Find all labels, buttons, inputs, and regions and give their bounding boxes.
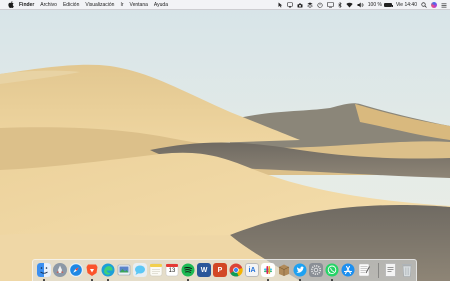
battery-icon[interactable] [383,3,393,7]
twitter-bird-icon[interactable] [293,263,307,277]
menu-ventana[interactable]: Ventana [130,0,148,10]
spotlight-search-icon[interactable] [421,0,427,10]
word-icon-label: W [200,266,208,274]
documents-stack-icon[interactable] [385,263,396,277]
camera-icon[interactable] [297,0,303,10]
running-indicator [267,279,269,281]
slack-icon[interactable] [261,263,275,277]
running-indicator [107,279,109,281]
calendar-icon-label: 13 [168,268,176,274]
archive-box-icon[interactable] [277,263,291,277]
bluetooth-icon[interactable] [338,0,342,10]
safari-compass-icon[interactable] [69,263,83,277]
iawriter-icon-label: iA [248,266,256,274]
running-indicator [299,279,301,281]
notes-icon[interactable] [149,263,163,277]
stack-icon[interactable] [307,0,313,10]
wifi-icon[interactable] [346,0,353,10]
desktop-wallpaper [0,0,450,281]
siri-icon[interactable] [431,2,437,8]
menu-edicion[interactable]: Edición [63,0,79,10]
trash-icon[interactable] [400,263,414,277]
messages-bubble-icon[interactable] [133,263,147,277]
edge-icon[interactable] [101,263,115,277]
dock-separator [378,263,379,278]
whatsapp-icon[interactable] [325,263,339,277]
menu-ir[interactable]: Ir [120,0,123,10]
word-icon[interactable]: W [197,263,211,277]
gear-icon[interactable] [309,263,323,277]
battery-percentage[interactable]: 100 % [368,0,382,10]
menu-visualizacion[interactable]: Visualización [85,0,114,10]
volume-icon[interactable] [357,0,364,10]
menu-bar: Finder Archivo Edición Visualización Ir … [0,0,450,10]
powerpoint-icon[interactable]: P [213,263,227,277]
launchpad-rocket-icon[interactable] [53,263,67,277]
menu-ayuda[interactable]: Ayuda [154,0,168,10]
menu-bar-clock[interactable]: Vie 14:40 [396,0,417,10]
finder-icon[interactable] [37,263,51,277]
airplay-icon[interactable] [286,0,293,10]
menu-finder[interactable]: Finder [19,0,34,10]
pointer-icon[interactable] [278,0,283,10]
preview-photos-icon[interactable] [117,263,131,277]
timer-icon[interactable] [317,0,323,10]
textedit-icon[interactable] [357,263,371,277]
chrome-icon[interactable] [229,263,243,277]
running-indicator [331,279,333,281]
spotify-icon[interactable] [181,263,195,277]
screen-mirroring-icon[interactable] [326,0,334,10]
status-area: 100 % Vie 14:40 [274,0,447,10]
calendar-icon[interactable]: 13 [165,263,179,277]
menu-bar-left: Finder Archivo Edición Visualización Ir … [0,0,174,9]
ia-writer-icon[interactable]: iA [245,263,259,277]
powerpoint-icon-label: P [217,266,223,274]
running-indicator [187,279,189,281]
dock: 13 W PiA [32,259,417,281]
notification-center-icon[interactable] [441,0,447,10]
running-indicator [91,279,93,281]
app-store-icon[interactable] [341,263,355,277]
battery-level-fill [385,4,392,6]
running-indicator [43,279,45,281]
menu-archivo[interactable]: Archivo [40,0,57,10]
apple-logo-icon[interactable] [7,1,14,8]
brave-lion-icon[interactable] [85,263,99,277]
